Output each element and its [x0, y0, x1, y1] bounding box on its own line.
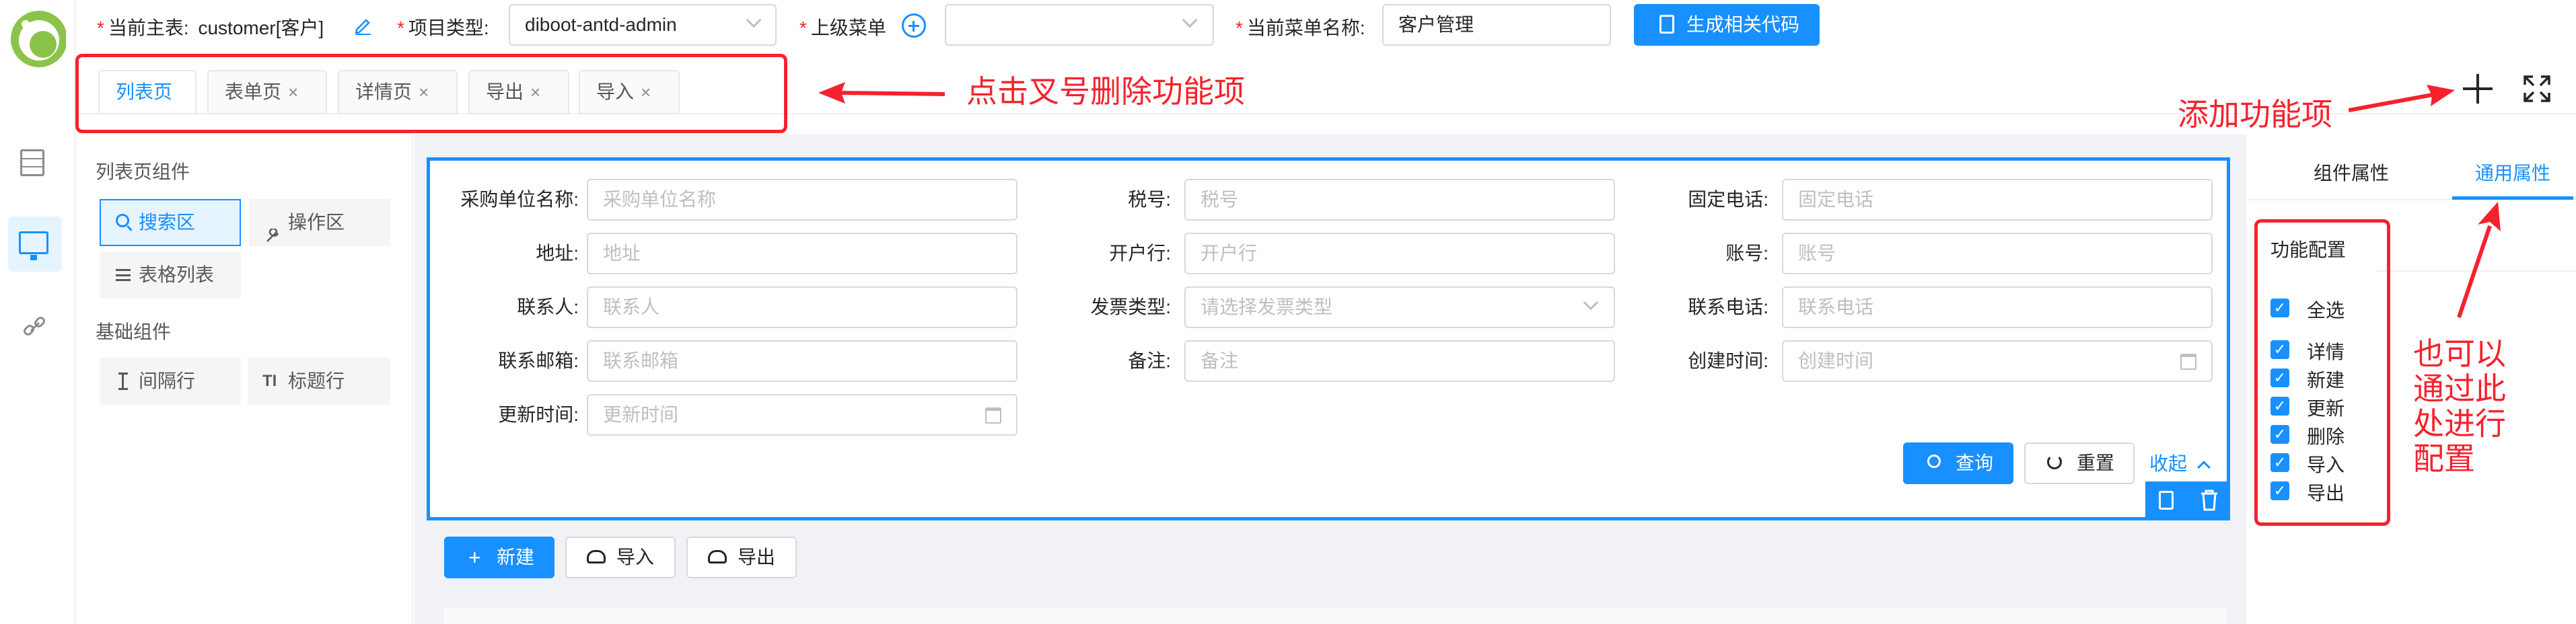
- parent-menu-label: 上级菜单: [810, 17, 886, 38]
- project-type-value: diboot-antd-admin: [525, 14, 677, 35]
- field-label: 开户行:: [1109, 243, 1171, 264]
- invoice-type-select[interactable]: 请选择发票类型: [1184, 286, 1615, 328]
- add-function-icon[interactable]: [2463, 74, 2493, 104]
- font-size-icon: TI: [262, 372, 277, 390]
- search-area-component[interactable]: 搜索区: [100, 199, 241, 246]
- left-nav: [0, 0, 75, 624]
- desktop-icon[interactable]: [19, 231, 48, 260]
- chevron-down-icon: [746, 12, 762, 28]
- table-list-component[interactable]: 表格列表: [100, 251, 241, 299]
- field-label: 备注:: [1128, 350, 1171, 371]
- current-menu-input[interactable]: 客户管理: [1382, 4, 1611, 46]
- add-circle-icon[interactable]: [902, 13, 926, 38]
- field-label: 采购单位名称:: [460, 189, 579, 210]
- delete-icon[interactable]: [2201, 490, 2218, 511]
- app-logo[interactable]: [5, 5, 67, 73]
- title-row-component[interactable]: TI 标题行: [248, 358, 390, 405]
- link-icon[interactable]: [22, 313, 48, 340]
- parent-menu-field: * 上级菜单: [799, 17, 886, 38]
- field-label: 账号:: [1725, 243, 1768, 264]
- fullscreen-icon[interactable]: [2522, 74, 2552, 104]
- delete-hint-text: 点击叉号删除功能项: [966, 74, 1245, 109]
- table-icon[interactable]: [20, 149, 44, 176]
- config-highlight-box: [2254, 219, 2390, 526]
- chevron-down-icon: [1182, 12, 1198, 28]
- field-label: 税号:: [1128, 189, 1171, 210]
- new-button[interactable]: + 新建: [444, 537, 554, 578]
- purchaser-name-input[interactable]: 采购单位名称: [587, 179, 1017, 221]
- query-button[interactable]: 查询: [1903, 442, 2013, 484]
- generate-code-button[interactable]: 生成相关代码: [1634, 4, 1820, 46]
- tab-component-props[interactable]: 组件属性: [2314, 159, 2389, 186]
- delete-hint-arrow: [818, 79, 946, 106]
- copy-icon[interactable]: [2159, 491, 2174, 510]
- tab-common-props[interactable]: 通用属性: [2475, 159, 2550, 186]
- project-type-select[interactable]: diboot-antd-admin: [509, 4, 777, 46]
- add-hint-arrow: [2348, 83, 2456, 117]
- remark-input[interactable]: 备注: [1184, 340, 1615, 382]
- field-label: 联系人:: [517, 297, 579, 317]
- create-time-picker[interactable]: 创建时间: [1782, 340, 2213, 382]
- plus-icon: +: [468, 545, 481, 570]
- wrench-icon: [265, 215, 280, 242]
- action-area-component[interactable]: 操作区: [249, 199, 390, 246]
- project-type-label: 项目类型:: [408, 17, 489, 38]
- field-label: 固定电话:: [1688, 189, 1768, 210]
- calendar-icon: [985, 407, 1001, 424]
- list-icon: [116, 269, 131, 281]
- reload-icon: [2047, 455, 2062, 469]
- field-label: 地址:: [536, 243, 579, 264]
- collapse-link[interactable]: 收起: [2149, 449, 2211, 476]
- address-input[interactable]: 地址: [587, 233, 1017, 274]
- config-hint-line: 配置: [2413, 441, 2475, 476]
- chevron-down-icon: [1583, 295, 1599, 311]
- account-input[interactable]: 账号: [1782, 233, 2213, 274]
- contact-phone-input[interactable]: 联系电话: [1782, 286, 2213, 328]
- list-components-title: 列表页组件: [96, 161, 190, 182]
- edit-icon[interactable]: [353, 15, 373, 35]
- spacer-row-component[interactable]: 间隔行: [100, 358, 241, 405]
- search-icon: [1927, 455, 1941, 468]
- import-button[interactable]: 导入: [565, 537, 676, 578]
- search-icon-handle: [127, 225, 133, 231]
- field-label: 发票类型:: [1090, 297, 1171, 317]
- tabs-highlight-box: [75, 54, 787, 133]
- table-area-placeholder: [444, 608, 2226, 624]
- spacer-icon: [118, 373, 128, 390]
- chevron-up-icon: [2196, 460, 2211, 474]
- reset-button[interactable]: 重置: [2024, 442, 2135, 484]
- main-table-label: 当前主表:: [108, 17, 189, 38]
- export-button[interactable]: 导出: [686, 537, 797, 578]
- contact-email-input[interactable]: 联系邮箱: [587, 340, 1017, 382]
- update-time-picker[interactable]: 更新时间: [587, 394, 1017, 436]
- field-label: 创建时间:: [1688, 350, 1768, 371]
- project-type-field: * 项目类型:: [397, 17, 489, 38]
- basic-components-title: 基础组件: [96, 321, 172, 342]
- field-label: 联系邮箱:: [498, 350, 579, 371]
- current-menu-label: 当前菜单名称:: [1246, 17, 1365, 38]
- tax-number-input[interactable]: 税号: [1184, 179, 1615, 221]
- copy-icon: [1659, 15, 1674, 34]
- contact-input[interactable]: 联系人: [587, 286, 1017, 328]
- calendar-icon: [2180, 354, 2196, 370]
- parent-menu-select[interactable]: [945, 4, 1214, 46]
- field-label: 更新时间:: [498, 404, 579, 425]
- landline-input[interactable]: 固定电话: [1782, 179, 2213, 221]
- field-label: 联系电话:: [1688, 297, 1768, 317]
- add-hint-text: 添加功能项: [2178, 97, 2332, 132]
- bank-input[interactable]: 开户行: [1184, 233, 1615, 274]
- cloud-download-icon: [708, 550, 727, 563]
- main-table-value: customer[客户]: [198, 17, 324, 38]
- config-hint-arrow: [2449, 199, 2503, 320]
- current-menu-field: * 当前菜单名称:: [1236, 17, 1365, 38]
- cloud-upload-icon: [587, 550, 606, 563]
- main-table-field: * 当前主表: customer[客户]: [97, 17, 324, 38]
